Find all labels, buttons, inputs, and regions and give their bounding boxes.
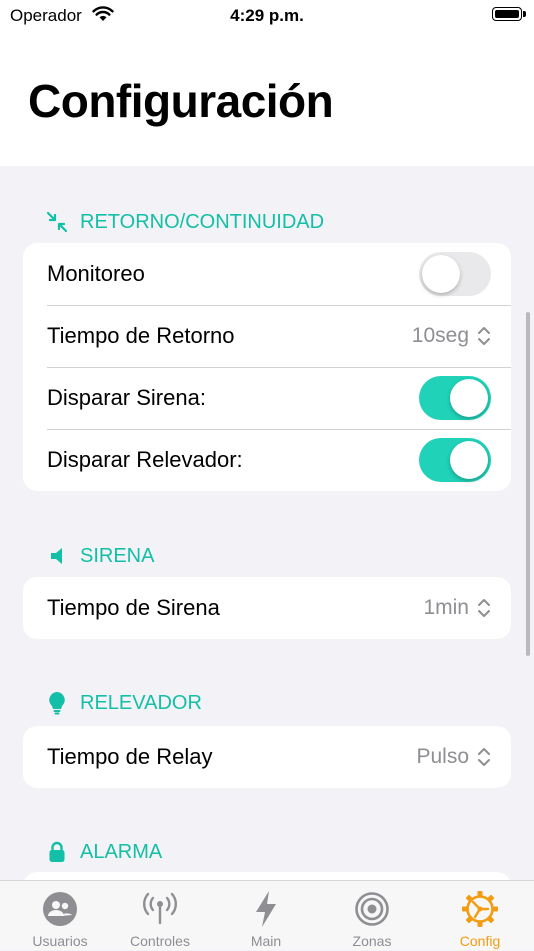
group-retorno: Monitoreo Tiempo de Retorno 10seg Dispar…: [23, 243, 511, 491]
section-header-sirena: SIRENA: [46, 542, 154, 570]
section-title-relevador: RELEVADOR: [80, 691, 202, 714]
tab-label-zonas: Zonas: [352, 933, 392, 949]
battery-icon: [492, 7, 526, 21]
status-bar: Operador 4:29 p.m.: [0, 0, 534, 34]
group-relevador: Tiempo de Relay Pulso: [23, 726, 511, 788]
gear-icon: [427, 889, 533, 929]
section-title-alarma: ALARMA: [80, 840, 163, 863]
row-disparar-relevador: Disparar Relevador:: [23, 429, 511, 491]
section-header-relevador: RELEVADOR: [46, 689, 202, 717]
status-time: 4:29 p.m.: [230, 6, 304, 25]
row-label-monitoreo: Monitoreo: [47, 261, 145, 286]
section-title-retorno: RETORNO/CONTINUIDAD: [80, 210, 325, 233]
chevron-up-down-icon: [478, 748, 490, 766]
tab-main[interactable]: Main: [213, 881, 319, 951]
scrollbar[interactable]: [526, 312, 530, 656]
row-disparar-sirena: Disparar Sirena:: [23, 367, 511, 429]
row-tiempo-retorno[interactable]: Tiempo de Retorno 10seg: [23, 305, 511, 367]
tab-label-config: Config: [459, 933, 501, 949]
tiempo-sirena-picker[interactable]: 1min: [423, 596, 491, 620]
row-monitoreo: Monitoreo: [23, 243, 511, 305]
row-label-tiempo-relay: Tiempo de Relay: [47, 744, 213, 769]
row-label-tiempo-retorno: Tiempo de Retorno: [47, 323, 235, 348]
monitoreo-toggle[interactable]: [419, 252, 491, 296]
tab-bar: Usuarios Controles Main Zonas Config: [0, 880, 534, 950]
tab-label-main: Main: [250, 933, 282, 949]
tab-controles[interactable]: Controles: [107, 881, 213, 951]
tab-zonas[interactable]: Zonas: [319, 881, 425, 951]
disparar-sirena-toggle[interactable]: [419, 376, 491, 420]
tiempo-relay-value: Pulso: [416, 745, 469, 768]
tab-usuarios[interactable]: Usuarios: [7, 881, 113, 951]
section-header-retorno: RETORNO/CONTINUIDAD: [46, 208, 324, 236]
tiempo-retorno-value: 10seg: [411, 324, 469, 347]
row-label-tiempo-sirena: Tiempo de Sirena: [47, 595, 220, 620]
row-label-disparar-sirena: Disparar Sirena:: [47, 385, 206, 410]
antenna-icon: [107, 889, 213, 929]
tiempo-sirena-value: 1min: [423, 596, 469, 619]
settings-list[interactable]: RETORNO/CONTINUIDAD Monitoreo Tiempo de …: [0, 166, 534, 880]
tiempo-retorno-picker[interactable]: 10seg: [412, 324, 491, 348]
tab-label-usuarios: Usuarios: [32, 933, 88, 949]
tiempo-relay-picker[interactable]: Pulso: [416, 745, 491, 769]
speaker-icon: [46, 545, 68, 567]
arrows-collapse-icon: [46, 211, 68, 233]
tab-config[interactable]: Config: [427, 881, 533, 951]
page-title: Configuración: [28, 75, 334, 127]
lock-icon: [46, 841, 68, 863]
navigation-header: Configuración: [0, 34, 534, 166]
lightbulb-icon: [46, 692, 68, 715]
group-sirena: Tiempo de Sirena 1min: [23, 577, 511, 639]
bolt-icon: [213, 889, 319, 929]
target-icon: [319, 889, 425, 929]
chevron-up-down-icon: [478, 599, 490, 617]
group-alarma: [23, 872, 511, 880]
row-label-disparar-relevador: Disparar Relevador:: [47, 447, 243, 472]
section-title-sirena: SIRENA: [80, 544, 155, 567]
users-icon: [7, 889, 113, 929]
disparar-relevador-toggle[interactable]: [419, 438, 491, 482]
tab-label-controles: Controles: [130, 933, 190, 949]
row-tiempo-sirena[interactable]: Tiempo de Sirena 1min: [23, 577, 511, 639]
row-tiempo-relay[interactable]: Tiempo de Relay Pulso: [23, 726, 511, 788]
chevron-up-down-icon: [478, 327, 490, 345]
section-header-alarma: ALARMA: [46, 838, 162, 866]
